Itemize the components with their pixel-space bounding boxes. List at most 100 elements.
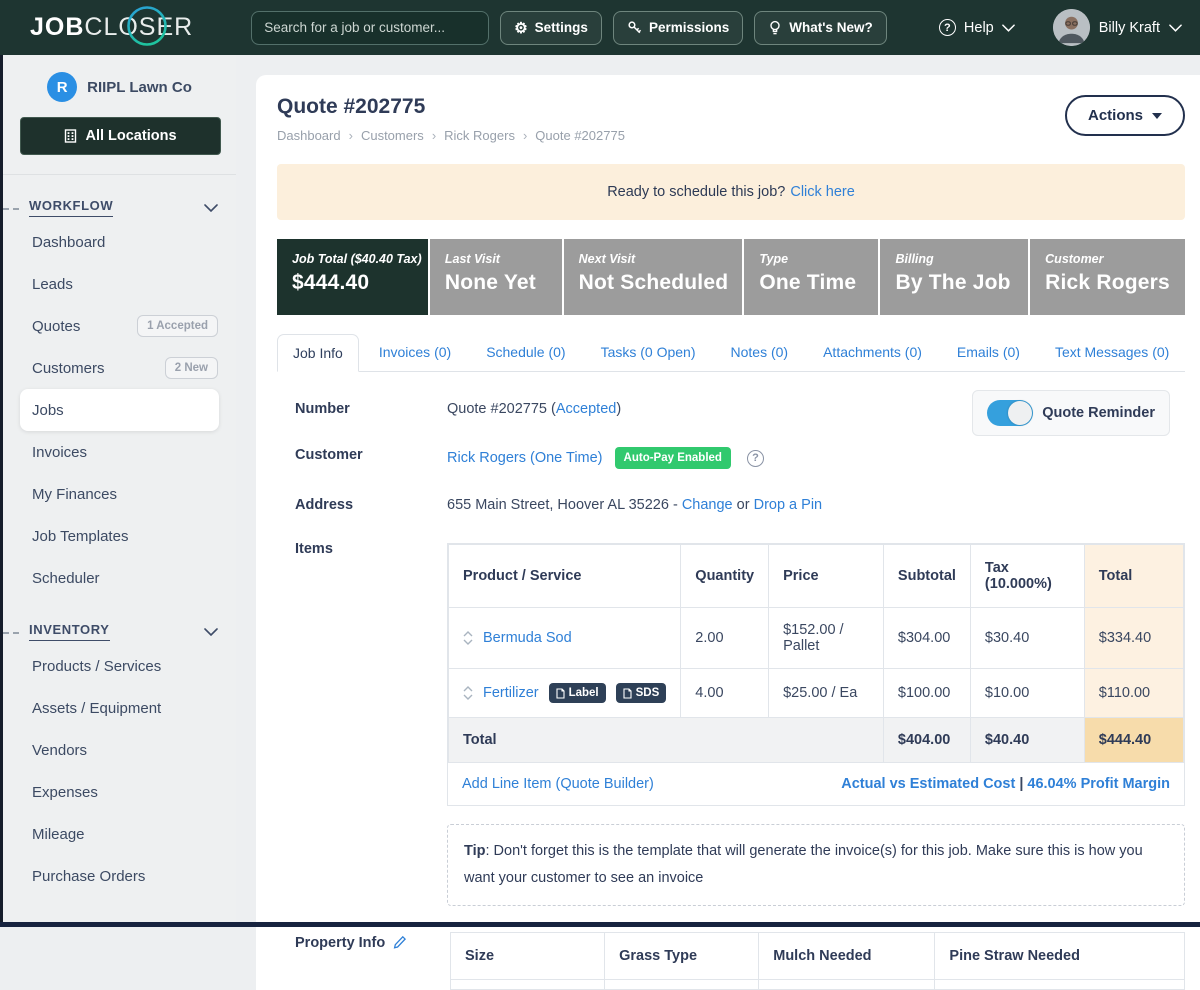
- profit-margin-link[interactable]: 46.04% Profit Margin: [1027, 776, 1170, 792]
- search-input[interactable]: [251, 11, 489, 45]
- tip-box: Tip: Don't forget this is the template t…: [447, 824, 1185, 906]
- pencil-edit-icon[interactable]: [392, 935, 407, 950]
- sidebar-section-inventory[interactable]: INVENTORY: [29, 622, 218, 641]
- items-footer: Add Line Item (Quote Builder) Actual vs …: [448, 763, 1184, 805]
- add-line-item-link[interactable]: Add Line Item: [462, 776, 551, 792]
- item-price: $25.00 / Ea: [769, 669, 884, 718]
- col-quantity: Quantity: [681, 545, 769, 608]
- section-inventory-label: INVENTORY: [29, 622, 110, 641]
- sidebar-item-products-services[interactable]: Products / Services: [3, 645, 236, 687]
- tab-tasks[interactable]: Tasks (0 Open): [586, 334, 711, 371]
- settings-button[interactable]: ⚙ Settings: [500, 11, 602, 45]
- tab-schedule[interactable]: Schedule (0): [471, 334, 580, 371]
- tab-invoices[interactable]: Invoices (0): [364, 334, 466, 371]
- search-container: [251, 11, 489, 45]
- sidebar-item-label: Scheduler: [32, 570, 100, 587]
- actions-button[interactable]: Actions: [1065, 95, 1185, 136]
- reorder-handle-icon[interactable]: [463, 631, 473, 645]
- tab-notes[interactable]: Notes (0): [716, 334, 804, 371]
- paren-close: ): [616, 401, 621, 417]
- reorder-handle-icon[interactable]: [463, 686, 473, 700]
- breadcrumb-item-dashboard[interactable]: Dashboard: [277, 128, 341, 143]
- stat-label: Billing: [895, 252, 1013, 266]
- logo-text-closer: CLOSER: [84, 13, 193, 41]
- sidebar-section-workflow[interactable]: WORKFLOW: [29, 198, 218, 217]
- col-subtotal: Subtotal: [883, 545, 970, 608]
- stat-last-visit: Last Visit None Yet: [430, 239, 562, 315]
- product-link[interactable]: Fertilizer: [483, 685, 539, 701]
- sidebar-item-scheduler[interactable]: Scheduler: [3, 557, 236, 599]
- user-menu[interactable]: Billy Kraft: [1053, 9, 1182, 46]
- title-row: Quote #202775 Dashboard › Customers › Ri…: [277, 95, 1185, 143]
- item-subtotal: $304.00: [883, 608, 970, 669]
- sidebar-item-purchase-orders[interactable]: Purchase Orders: [3, 855, 236, 897]
- col-total: Total: [1084, 545, 1183, 608]
- sidebar-item-quotes[interactable]: Quotes 1 Accepted: [3, 305, 236, 347]
- actual-vs-estimated-link[interactable]: Actual vs Estimated Cost: [841, 776, 1015, 792]
- sidebar-item-leads[interactable]: Leads: [3, 263, 236, 305]
- whats-new-button[interactable]: What's New?: [754, 11, 886, 45]
- autopay-enabled-badge: Auto-Pay Enabled: [615, 447, 731, 469]
- col-price: Price: [769, 545, 884, 608]
- stat-next-visit: Next Visit Not Scheduled: [564, 239, 743, 315]
- accepted-status-link[interactable]: Accepted: [556, 401, 616, 417]
- sidebar-item-customers[interactable]: Customers 2 New: [3, 347, 236, 389]
- quote-reminder-label: Quote Reminder: [1042, 405, 1155, 421]
- breadcrumb-item-rick-rogers[interactable]: Rick Rogers: [444, 128, 515, 143]
- sidebar-item-my-finances[interactable]: My Finances: [3, 473, 236, 515]
- total-label: Total: [449, 718, 884, 763]
- drop-a-pin-link[interactable]: Drop a Pin: [754, 497, 823, 513]
- sidebar-item-label: Mileage: [32, 826, 85, 843]
- permissions-button[interactable]: Permissions: [613, 11, 743, 45]
- breadcrumb-item-quote[interactable]: Quote #202775: [535, 128, 625, 143]
- quote-builder-link[interactable]: (Quote Builder): [556, 776, 654, 792]
- item-row-fertilizer: Fertilizer Label SDS 4.00: [449, 669, 1184, 718]
- breadcrumb-separator: ›: [349, 128, 353, 143]
- customer-row: Customer Rick Rogers (One Time) Auto-Pay…: [277, 444, 1185, 469]
- tab-bar: Job Info Invoices (0) Schedule (0) Tasks…: [277, 334, 1185, 372]
- question-circle-icon[interactable]: ?: [747, 450, 764, 467]
- quote-reminder-control[interactable]: Quote Reminder: [972, 390, 1170, 436]
- tab-attachments[interactable]: Attachments (0): [808, 334, 937, 371]
- breadcrumb-item-customers[interactable]: Customers: [361, 128, 424, 143]
- help-menu[interactable]: ? Help: [939, 19, 1015, 36]
- breadcrumb-separator: ›: [523, 128, 527, 143]
- sidebar-item-label: Job Templates: [32, 528, 128, 545]
- label-document-badge[interactable]: Label: [549, 683, 606, 703]
- customer-name-link[interactable]: Rick Rogers: [447, 450, 526, 466]
- quote-reminder-toggle[interactable]: [987, 400, 1033, 426]
- col-pine-straw-needed: Pine Straw Needed: [935, 932, 1185, 979]
- address-value: 655 Main Street, Hoover AL 35226 - Chang…: [447, 494, 822, 513]
- company-header[interactable]: R RIIPL Lawn Co: [3, 72, 236, 102]
- sidebar-item-jobs[interactable]: Jobs: [20, 389, 219, 431]
- sidebar-item-invoices[interactable]: Invoices: [3, 431, 236, 473]
- sidebar-item-job-templates[interactable]: Job Templates: [3, 515, 236, 557]
- customer-type-link[interactable]: (One Time): [530, 450, 603, 466]
- product-link[interactable]: Bermuda Sod: [483, 630, 572, 646]
- sidebar-item-label: My Finances: [32, 486, 117, 503]
- property-info-label-wrap: Property Info: [295, 932, 447, 951]
- key-icon: [627, 20, 642, 35]
- tab-emails[interactable]: Emails (0): [942, 334, 1035, 371]
- item-price: $152.00 / Pallet: [769, 608, 884, 669]
- col-product-service: Product / Service: [449, 545, 681, 608]
- tab-job-info[interactable]: Job Info: [277, 334, 359, 372]
- chevron-down-icon: [204, 204, 218, 212]
- sidebar-item-vendors[interactable]: Vendors: [3, 729, 236, 771]
- sidebar-item-label: Jobs: [32, 402, 64, 419]
- actions-label: Actions: [1088, 107, 1143, 124]
- building-icon: [64, 129, 77, 143]
- bottom-edge-bar: [0, 922, 1200, 927]
- sidebar-item-mileage[interactable]: Mileage: [3, 813, 236, 855]
- sidebar-item-assets-equipment[interactable]: Assets / Equipment: [3, 687, 236, 729]
- sds-document-badge[interactable]: SDS: [616, 683, 667, 703]
- banner-click-here-link[interactable]: Click here: [790, 184, 854, 200]
- address-change-link[interactable]: Change: [682, 497, 733, 513]
- item-quantity: 4.00: [681, 669, 769, 718]
- items-section: Product / Service Quantity Price Subtota…: [447, 538, 1185, 906]
- sidebar-item-dashboard[interactable]: Dashboard: [3, 221, 236, 263]
- tab-text-messages[interactable]: Text Messages (0): [1040, 334, 1184, 371]
- sidebar-item-expenses[interactable]: Expenses: [3, 771, 236, 813]
- all-locations-button[interactable]: All Locations: [20, 117, 221, 155]
- stat-value: $444.40: [292, 271, 413, 295]
